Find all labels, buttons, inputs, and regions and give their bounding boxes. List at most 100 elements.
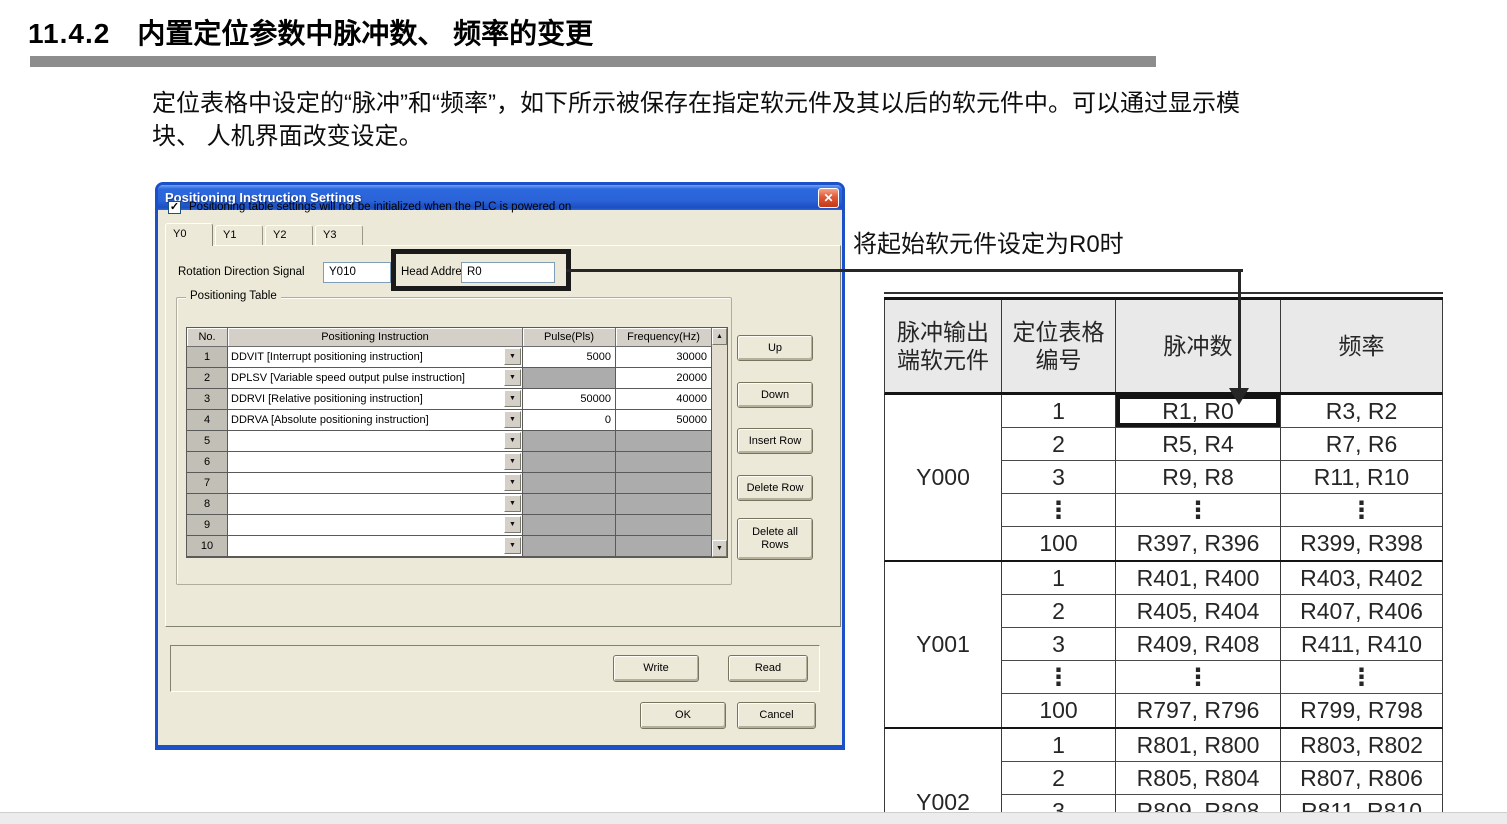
positioning-table-row: 5▼ <box>187 431 712 452</box>
device-table-cell: 1 <box>1001 562 1115 595</box>
instruction-cell[interactable]: DDRVA [Absolute positioning instruction]… <box>228 410 523 431</box>
plc-option-checkbox[interactable]: ✓ <box>168 201 181 214</box>
dropdown-arrow-icon[interactable]: ▼ <box>504 411 521 428</box>
tab-strip: Y0Y1Y2Y3 <box>165 223 363 246</box>
scroll-up-icon[interactable]: ▲ <box>712 328 727 345</box>
instruction-cell[interactable]: ▼ <box>228 431 523 452</box>
write-button[interactable]: Write <box>613 655 699 682</box>
frequency-cell[interactable] <box>616 536 712 557</box>
positioning-instruction-settings-dialog: Positioning Instruction Settings ✕ Y0Y1Y… <box>155 182 845 750</box>
close-icon[interactable]: ✕ <box>818 188 839 208</box>
ok-button[interactable]: OK <box>640 702 726 729</box>
grid-header-row: No. Positioning Instruction Pulse(Pls) F… <box>187 328 712 347</box>
grid-header-instruction: Positioning Instruction <box>228 328 523 347</box>
dropdown-arrow-icon[interactable]: ▼ <box>504 348 521 365</box>
delete-row-button[interactable]: Delete Row <box>737 475 813 501</box>
pulse-cell[interactable] <box>523 431 616 452</box>
frequency-cell[interactable]: 50000 <box>616 410 712 431</box>
dropdown-arrow-icon[interactable]: ▼ <box>504 474 521 491</box>
annotation-text: 将起始软元件设定为R0时 <box>853 224 1124 259</box>
tab-y3[interactable]: Y3 <box>315 225 363 245</box>
device-table-cell: ⋮ <box>1280 661 1442 694</box>
insert-row-button[interactable]: Insert Row <box>737 428 813 454</box>
pulse-cell[interactable] <box>523 536 616 557</box>
device-table-header-cell: 定位表格 编号 <box>1001 300 1115 392</box>
instruction-cell[interactable]: ▼ <box>228 494 523 515</box>
instruction-cell[interactable]: ▼ <box>228 515 523 536</box>
row-number-cell: 5 <box>187 431 228 452</box>
instruction-cell[interactable]: DDRVI [Relative positioning instruction]… <box>228 389 523 410</box>
row-number-cell: 6 <box>187 452 228 473</box>
section-title: 内置定位参数中脉冲数、 频率的变更 <box>137 12 593 52</box>
tab-y0[interactable]: Y0 <box>165 223 213 246</box>
cancel-button[interactable]: Cancel <box>737 702 816 729</box>
pulse-cell[interactable] <box>523 494 616 515</box>
dropdown-arrow-icon[interactable]: ▼ <box>504 390 521 407</box>
device-table-cell: 2 <box>1001 762 1115 795</box>
device-table-cell: R405, R404 <box>1115 595 1280 628</box>
device-group-y001: Y0011R401, R400R403, R4022R405, R404R407… <box>884 562 1443 729</box>
rotation-direction-label: Rotation Direction Signal <box>178 266 305 278</box>
tab-y1[interactable]: Y1 <box>215 225 263 245</box>
pulse-cell[interactable]: 50000 <box>523 389 616 410</box>
rotation-direction-input[interactable]: Y010 <box>323 262 391 283</box>
device-table-cell: R3, R2 <box>1280 395 1442 428</box>
positioning-table-row: 7▼ <box>187 473 712 494</box>
instruction-cell[interactable]: DPLSV [Variable speed output pulse instr… <box>228 368 523 389</box>
device-table-cell: R401, R400 <box>1115 562 1280 595</box>
frequency-cell[interactable] <box>616 473 712 494</box>
dropdown-arrow-icon[interactable]: ▼ <box>504 537 521 554</box>
instruction-cell[interactable]: DDVIT [Interrupt positioning instruction… <box>228 347 523 368</box>
device-table-cell: R403, R402 <box>1280 562 1442 595</box>
positioning-table-row: 8▼ <box>187 494 712 515</box>
tab-y2[interactable]: Y2 <box>265 225 313 245</box>
instruction-text: DPLSV [Variable speed output pulse instr… <box>231 372 465 384</box>
frequency-cell[interactable] <box>616 494 712 515</box>
frequency-cell[interactable]: 40000 <box>616 389 712 410</box>
pulse-cell[interactable]: 0 <box>523 410 616 431</box>
down-button[interactable]: Down <box>737 382 813 408</box>
pulse-cell[interactable]: 5000 <box>523 347 616 368</box>
instruction-cell[interactable]: ▼ <box>228 536 523 557</box>
head-address-highlight-box <box>391 249 571 291</box>
device-group-y000: Y0001R1, R0R3, R22R5, R4R7, R63R9, R8R11… <box>884 395 1443 562</box>
read-button[interactable]: Read <box>728 655 808 682</box>
pulse-cell[interactable] <box>523 515 616 536</box>
instruction-cell[interactable]: ▼ <box>228 473 523 494</box>
dropdown-arrow-icon[interactable]: ▼ <box>504 516 521 533</box>
row-number-cell: 4 <box>187 410 228 431</box>
grid-scrollbar[interactable]: ▲ ▼ <box>712 328 727 557</box>
output-terminal-cell: Y002 <box>885 729 1001 824</box>
device-table-cell: R399, R398 <box>1280 527 1442 560</box>
device-table-cell: ⋮ <box>1115 661 1280 694</box>
grid-header-pulse: Pulse(Pls) <box>523 328 616 347</box>
frequency-cell[interactable]: 20000 <box>616 368 712 389</box>
device-table-cell: R803, R802 <box>1280 729 1442 762</box>
dropdown-arrow-icon[interactable]: ▼ <box>504 432 521 449</box>
pulse-cell[interactable] <box>523 452 616 473</box>
connector-line-vertical <box>1238 269 1241 390</box>
pulse-cell[interactable] <box>523 473 616 494</box>
delete-all-rows-button[interactable]: Delete all Rows <box>737 518 813 560</box>
output-terminal-cell: Y000 <box>885 395 1001 560</box>
dropdown-arrow-icon[interactable]: ▼ <box>504 453 521 470</box>
connector-arrow-icon <box>1229 388 1249 405</box>
positioning-table-row: 10▼ <box>187 536 712 557</box>
device-table-cell: 3 <box>1001 628 1115 661</box>
positioning-table-row: 3DDRVI [Relative positioning instruction… <box>187 389 712 410</box>
device-table-cell: R397, R396 <box>1115 527 1280 560</box>
positioning-table-groupbox-label: Positioning Table <box>186 290 281 302</box>
dropdown-arrow-icon[interactable]: ▼ <box>504 369 521 386</box>
pulse-cell[interactable] <box>523 368 616 389</box>
up-button[interactable]: Up <box>737 335 813 361</box>
instruction-cell[interactable]: ▼ <box>228 452 523 473</box>
dropdown-arrow-icon[interactable]: ▼ <box>504 495 521 512</box>
row-number-cell: 9 <box>187 515 228 536</box>
frequency-cell[interactable]: 30000 <box>616 347 712 368</box>
scroll-down-icon[interactable]: ▼ <box>712 540 727 557</box>
frequency-cell[interactable] <box>616 431 712 452</box>
device-table-cell: ⋮ <box>1001 661 1115 694</box>
positioning-table-row: 6▼ <box>187 452 712 473</box>
frequency-cell[interactable] <box>616 452 712 473</box>
frequency-cell[interactable] <box>616 515 712 536</box>
